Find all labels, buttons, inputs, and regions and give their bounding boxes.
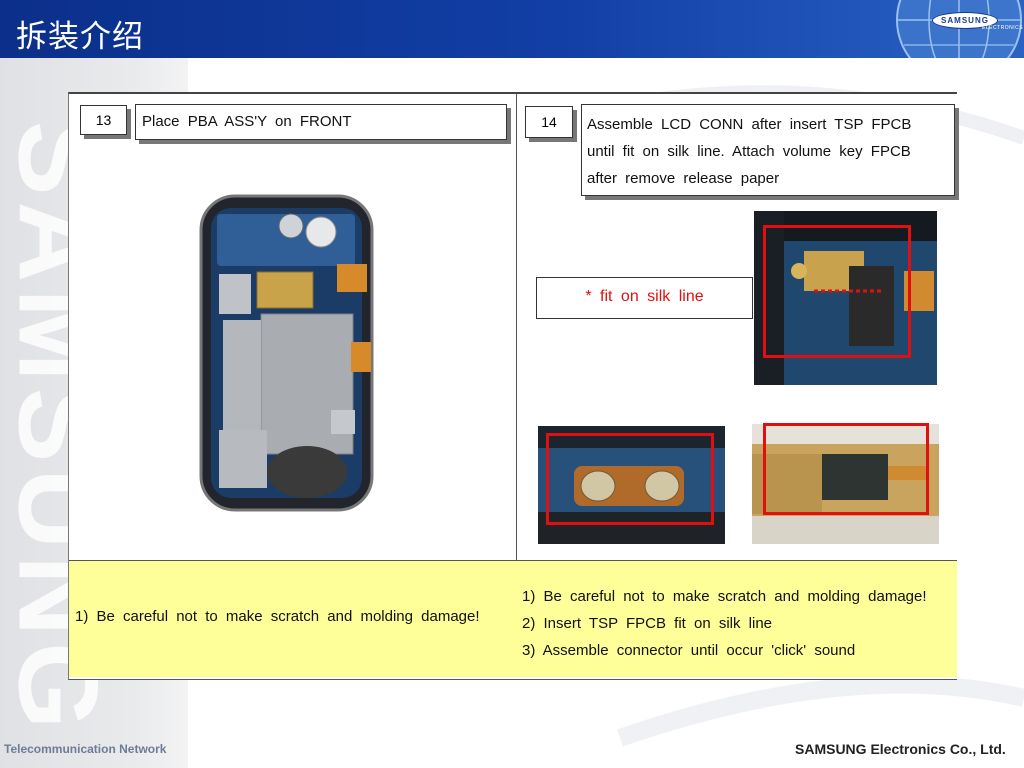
step-13-title: Place PBA ASS'Y on FRONT xyxy=(135,104,507,140)
step-14-line-2: until fit on silk line. Attach volume ke… xyxy=(587,143,911,160)
fit-silk-line-callout: * fit on silk line xyxy=(536,277,753,319)
volume-key-highlight xyxy=(546,433,714,525)
row-divider xyxy=(69,560,957,561)
step-14-note-1: 1) Be careful not to make scratch and mo… xyxy=(522,588,927,605)
header-bar: 拆装介绍 SAMSUNG ELECTRONICS xyxy=(0,0,1024,58)
step-13-number: 13 xyxy=(80,105,127,135)
step-13-note-1: 1) Be careful not to make scratch and mo… xyxy=(75,608,480,625)
step-14-line-3: after remove release paper xyxy=(587,170,780,187)
samsung-logo-sub: ELECTRONICS xyxy=(982,25,1024,31)
tsp-fpcb-highlight xyxy=(763,423,929,515)
footer-left-text: Telecommunication Network xyxy=(4,742,167,756)
step-14-number: 14 xyxy=(525,106,573,138)
step-14-line-1: Assemble LCD CONN after insert TSP FPCB xyxy=(587,116,912,133)
step-14-instructions: Assemble LCD CONN after insert TSP FPCB … xyxy=(581,104,955,196)
phone-pba-photo xyxy=(199,194,374,512)
page-title: 拆装介绍 xyxy=(16,19,144,55)
instruction-table: 13 Place PBA ASS'Y on FRONT 14 Assemble … xyxy=(68,92,957,680)
step-14-note-3: 3) Assemble connector until occur 'click… xyxy=(522,642,856,659)
lcd-connector-highlight xyxy=(763,225,911,358)
step-14-notes: 1) Be careful not to make scratch and mo… xyxy=(522,583,927,664)
step-14-note-2: 2) Insert TSP FPCB fit on silk line xyxy=(522,615,773,632)
footer-right-text: SAMSUNG Electronics Co., Ltd. xyxy=(795,741,1006,757)
